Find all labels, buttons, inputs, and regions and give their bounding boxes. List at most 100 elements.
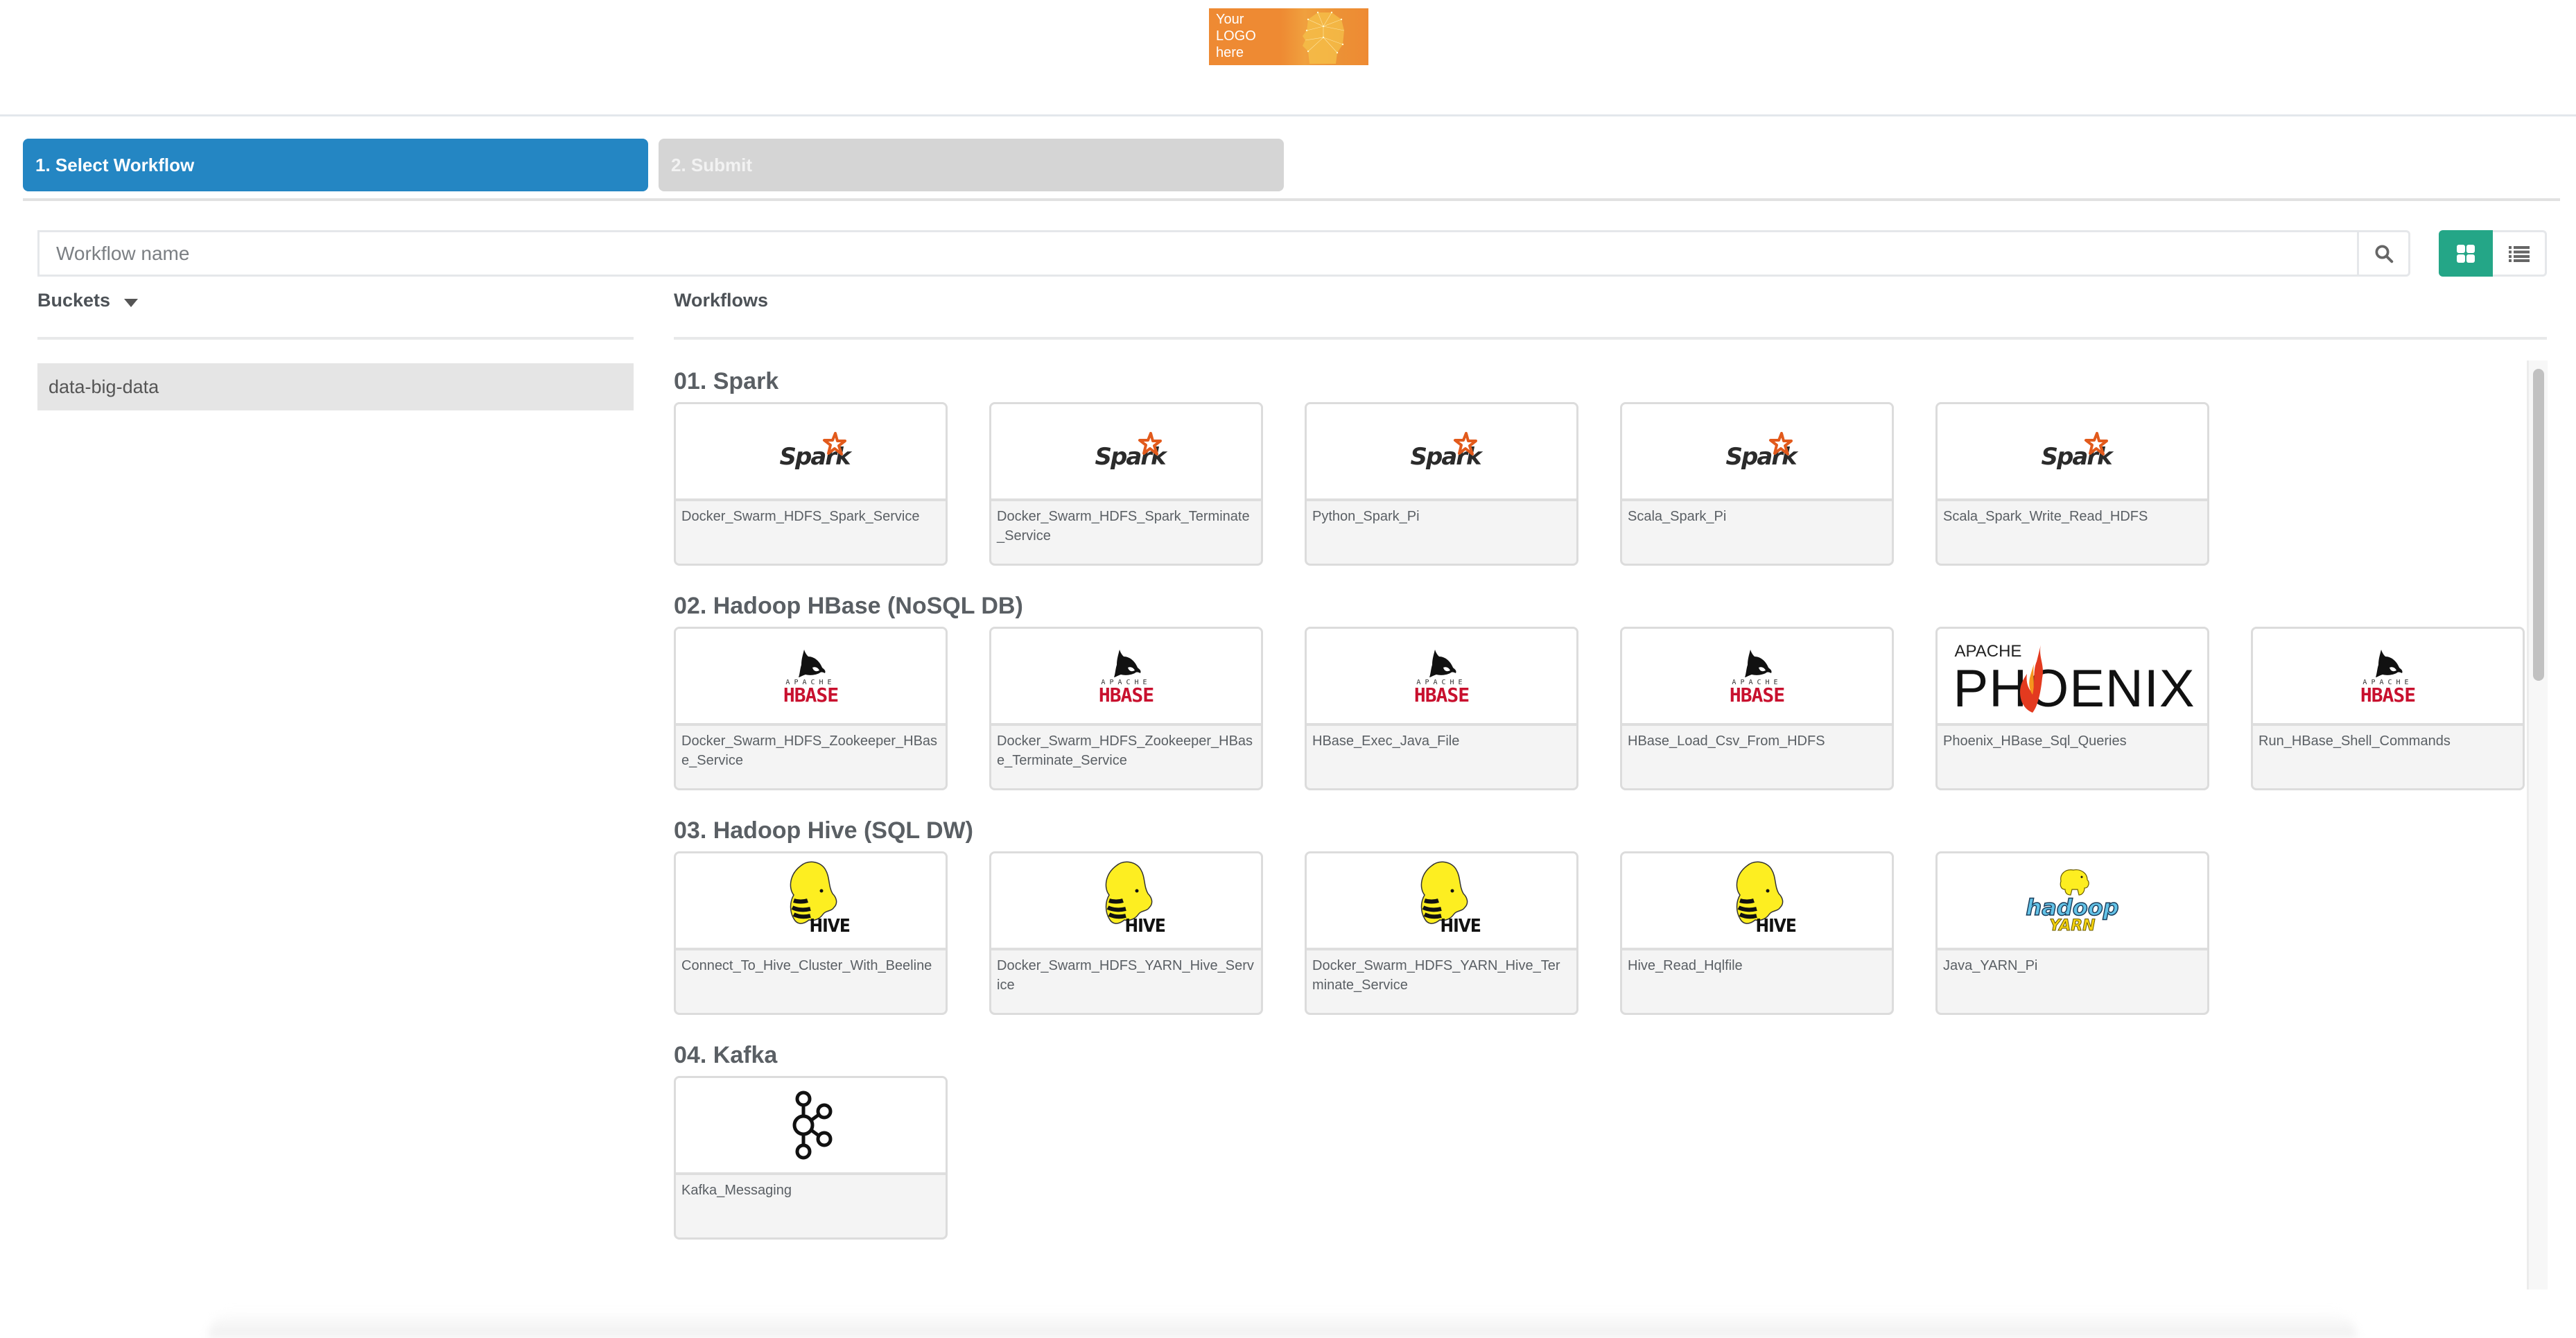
workflow-card-name: Docker_Swarm_HDFS_YARN_Hive_Service <box>997 958 1254 993</box>
section-title: 01. Spark <box>674 368 779 394</box>
list-view-button[interactable] <box>2493 230 2547 277</box>
hbase-logo-icon: APACHE HBASE <box>1099 648 1154 704</box>
hbase-text: HBASE <box>1413 683 1470 706</box>
spark-logo-icon: Spark <box>1719 431 1798 472</box>
workflow-card-name: Connect_To_Hive_Cluster_With_Beeline <box>681 958 932 973</box>
section-title: 02. Hadoop HBase (NoSQL DB) <box>674 593 1023 619</box>
hive-logo-icon: HIVE <box>1400 859 1483 942</box>
workflow-card-name: Scala_Spark_Pi <box>1628 509 1727 524</box>
hadoop-text: hadoop <box>2026 894 2120 921</box>
spark-star-icon <box>1453 432 1477 455</box>
workflow-card[interactable]: APACHE PHOENIX Phoenix_HBase_Sql_Queries <box>1935 627 2209 790</box>
step-submit[interactable]: 2. Submit <box>659 139 1284 191</box>
spark-logo-icon: Spark <box>2035 431 2113 472</box>
workflow-card[interactable]: APACHE HBASE HBase_Load_Csv_From_HDFS <box>1620 627 1894 790</box>
spark-star-icon <box>1138 432 1162 455</box>
spark-star-icon <box>2084 432 2108 455</box>
bucket-item[interactable]: data-big-data <box>37 363 634 410</box>
workflow-card-name: Docker_Swarm_HDFS_Spark_Service <box>681 509 920 524</box>
workflow-card[interactable]: APACHE HBASE Run_HBase_Shell_Commands <box>2251 627 2525 790</box>
workflow-card-logo: APACHE HBASE <box>676 629 946 726</box>
workflow-card-logo: APACHE PHOENIX <box>1938 629 2207 726</box>
workflow-card-logo <box>676 1078 946 1175</box>
workflow-card-logo: APACHE HBASE <box>991 629 1261 726</box>
workflow-card[interactable]: Kafka_Messaging <box>674 1076 948 1240</box>
workflow-card-name: Docker_Swarm_HDFS_Spark_Terminate_Servic… <box>997 509 1250 544</box>
workflow-card-name: Java_YARN_Pi <box>1943 958 2038 973</box>
workflow-card[interactable]: HIVE Hive_Read_Hqlfile <box>1620 851 1894 1015</box>
workflow-cards: HIVE Connect_To_Hive_Cluster_With_Beelin… <box>674 851 2529 1015</box>
hive-text: HIVE <box>1440 916 1481 937</box>
step-select-workflow[interactable]: 1. Select Workflow <box>23 139 648 191</box>
spark-star-icon <box>822 432 846 455</box>
workflows-list: 01. Spark Spark Docker_Swarm_HDFS_Spark_… <box>674 360 2529 1289</box>
kafka-logo-icon <box>792 1091 832 1160</box>
workflow-card[interactable]: Spark Scala_Spark_Write_Read_HDFS <box>1935 402 2209 566</box>
workflow-card[interactable]: Spark Docker_Swarm_HDFS_Spark_Service <box>674 402 948 566</box>
hive-text: HIVE <box>809 916 851 937</box>
scrollbar-thumb[interactable] <box>2533 369 2544 681</box>
section-title: 03. Hadoop Hive (SQL DW) <box>674 817 973 844</box>
workflow-card-name: HBase_Exec_Java_File <box>1312 733 1460 749</box>
workflow-section: 03. Hadoop Hive (SQL DW) HIVE Connect_To… <box>674 810 2529 1015</box>
hive-logo-icon: HIVE <box>1716 859 1799 942</box>
buckets-title: Buckets <box>37 290 111 311</box>
workflow-search-input[interactable] <box>37 230 2357 277</box>
workflow-card[interactable]: Spark Python_Spark_Pi <box>1305 402 1578 566</box>
spark-logo-icon: Spark <box>1088 431 1167 472</box>
workflow-card-logo: Spark <box>991 404 1261 501</box>
hadoop-elephant-icon <box>2060 869 2089 896</box>
workflow-cards: Spark Docker_Swarm_HDFS_Spark_Service Sp… <box>674 402 2529 566</box>
hive-text: HIVE <box>1755 916 1797 937</box>
grid-view-button[interactable] <box>2439 230 2493 277</box>
workflow-card-logo: Spark <box>676 404 946 501</box>
hbase-logo-icon: APACHE HBASE <box>1413 648 1470 706</box>
spark-logo-icon: Spark <box>773 431 851 472</box>
spark-logo-icon: Spark <box>1404 431 1482 472</box>
company-logo: Your LOGO here <box>1209 8 1368 65</box>
logo-text: Your LOGO here <box>1216 11 1256 61</box>
logo-line-1: Your <box>1216 12 1244 27</box>
hive-logo-icon: HIVE <box>769 859 853 942</box>
workflow-card-name: Scala_Spark_Write_Read_HDFS <box>1943 509 2148 524</box>
bottom-shadow <box>208 1310 2357 1338</box>
buckets-header: Buckets <box>37 290 634 340</box>
workflows-title: Workflows <box>674 290 769 311</box>
workflow-card[interactable]: APACHE HBASE HBase_Exec_Java_File <box>1305 627 1578 790</box>
workflow-card-logo: HIVE <box>991 853 1261 950</box>
logo-line-2: LOGO <box>1216 28 1256 44</box>
hadoop-yarn-logo-icon: hadoop YARN <box>2026 867 2120 934</box>
phoenix-text: PHOENIX <box>1953 659 2195 718</box>
workflow-card-name: Phoenix_HBase_Sql_Queries <box>1943 733 2127 749</box>
workflow-card-logo: HIVE <box>1622 853 1892 950</box>
workflow-section: 02. Hadoop HBase (NoSQL DB) APACHE HBASE… <box>674 585 2529 790</box>
workflow-card[interactable]: HIVE Connect_To_Hive_Cluster_With_Beelin… <box>674 851 948 1015</box>
workflows-scrollbar[interactable] <box>2527 360 2548 1289</box>
search-button[interactable] <box>2357 230 2410 277</box>
workflow-card-name: Docker_Swarm_HDFS_Zookeeper_HBase_Termin… <box>997 733 1253 768</box>
workflow-cards: Kafka_Messaging <box>674 1076 2529 1240</box>
orca-icon <box>1114 649 1142 677</box>
workflow-card[interactable]: APACHE HBASE Docker_Swarm_HDFS_Zookeeper… <box>674 627 948 790</box>
hbase-text: HBASE <box>1098 683 1154 706</box>
workflow-card-name: Run_HBase_Shell_Commands <box>2259 733 2451 749</box>
hive-logo-icon: HIVE <box>1085 859 1168 942</box>
section-title: 04. Kafka <box>674 1042 778 1068</box>
workflow-card[interactable]: Spark Docker_Swarm_HDFS_Spark_Terminate_… <box>989 402 1263 566</box>
workflow-card-name: Kafka_Messaging <box>681 1183 792 1198</box>
phoenix-flame-icon <box>2019 645 2043 713</box>
workflow-card[interactable]: HIVE Docker_Swarm_HDFS_YARN_Hive_Termina… <box>1305 851 1578 1015</box>
workflow-card[interactable]: Spark Scala_Spark_Pi <box>1620 402 1894 566</box>
workflow-card[interactable]: APACHE HBASE Docker_Swarm_HDFS_Zookeeper… <box>989 627 1263 790</box>
orca-icon <box>1429 649 1457 677</box>
workflow-card-name: Python_Spark_Pi <box>1312 509 1420 524</box>
workflow-card-logo: APACHE HBASE <box>1622 629 1892 726</box>
search-icon <box>2375 245 2393 263</box>
workflow-card[interactable]: HIVE Docker_Swarm_HDFS_YARN_Hive_Service <box>989 851 1263 1015</box>
buckets-dropdown[interactable]: Buckets <box>37 290 139 311</box>
hbase-text: HBASE <box>2360 683 2416 706</box>
orca-icon <box>2376 649 2403 677</box>
hbase-logo-icon: APACHE HBASE <box>783 648 839 704</box>
workflow-card-name: Docker_Swarm_HDFS_Zookeeper_HBase_Servic… <box>681 733 938 768</box>
workflow-card[interactable]: hadoop YARN Java_YARN_Pi <box>1935 851 2209 1015</box>
